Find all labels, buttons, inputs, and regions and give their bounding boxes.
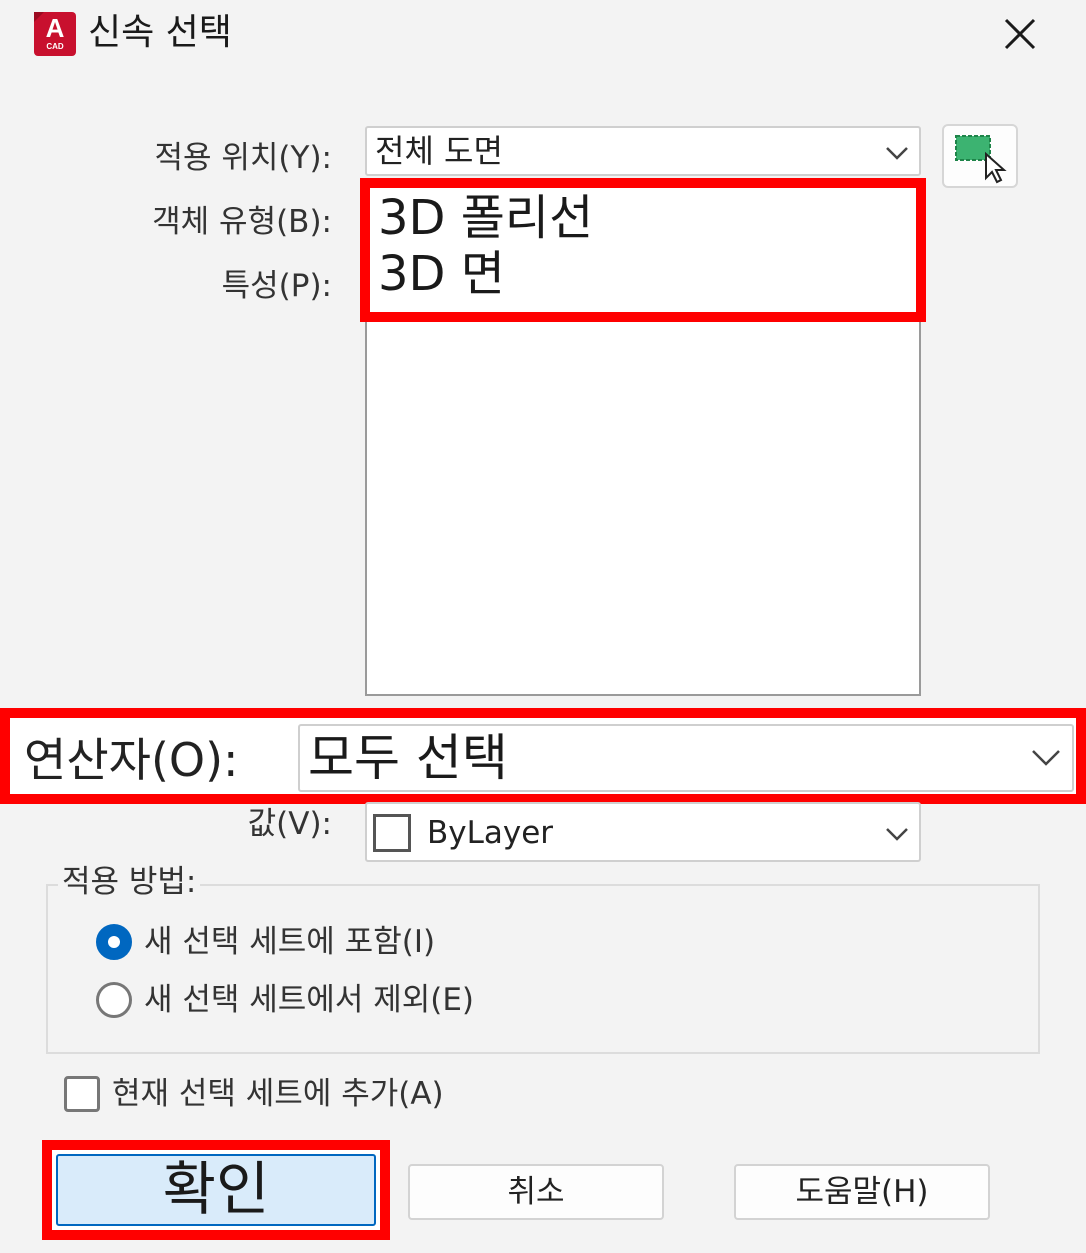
help-button[interactable]: 도움말(H) — [734, 1164, 990, 1220]
properties-label: 특성(P): — [221, 268, 332, 304]
title-bar: A CAD 신속 선택 — [0, 0, 1086, 76]
quick-select-dialog: A CAD 신속 선택 적용 위치(Y): 전체 도면 객체 유형(B): 특성… — [0, 0, 1086, 1253]
object-type-label: 객체 유형(B): — [152, 204, 332, 240]
properties-list[interactable] — [365, 312, 921, 696]
radio-label: 새 선택 세트에 포함(I) — [144, 924, 436, 960]
autocad-app-icon: A CAD — [34, 12, 76, 56]
cancel-button[interactable]: 취소 — [408, 1164, 664, 1220]
apply-to-value: 전체 도면 — [375, 132, 503, 170]
operator-dropdown[interactable]: 모두 선택 — [298, 724, 1074, 792]
chevron-down-icon — [886, 147, 908, 160]
ok-button-highlight: 확인 — [42, 1140, 390, 1240]
close-button[interactable] — [992, 8, 1048, 60]
checkbox-label: 현재 선택 세트에 추가(A) — [112, 1076, 444, 1112]
how-to-apply-group — [46, 884, 1040, 1054]
exclude-from-new-set-radio[interactable]: 새 선택 세트에서 제외(E) — [96, 978, 474, 1022]
color-swatch — [373, 814, 411, 852]
object-type-option[interactable]: 3D 폴리선 — [378, 190, 593, 246]
how-to-apply-label: 적용 방법: — [58, 862, 201, 902]
object-type-highlight: 3D 폴리선 3D 면 — [360, 178, 926, 322]
value-dropdown[interactable]: ByLayer — [365, 802, 921, 862]
apply-to-dropdown[interactable]: 전체 도면 — [365, 126, 921, 176]
close-icon — [1004, 18, 1036, 50]
include-in-new-set-radio[interactable]: 새 선택 세트에 포함(I) — [96, 920, 435, 964]
operator-highlight: 연산자(O): 모두 선택 — [0, 708, 1086, 804]
radio-button[interactable] — [96, 982, 132, 1018]
operator-label: 연산자(O): — [24, 733, 239, 787]
object-type-option[interactable]: 3D 면 — [378, 246, 505, 302]
dialog-title: 신속 선택 — [88, 12, 232, 53]
select-objects-icon — [955, 135, 1007, 184]
radio-label: 새 선택 세트에서 제외(E) — [144, 982, 475, 1018]
append-to-current-set-checkbox[interactable]: 현재 선택 세트에 추가(A) — [64, 1072, 444, 1116]
chevron-down-icon — [886, 828, 908, 841]
radio-button[interactable] — [96, 924, 132, 960]
select-objects-button[interactable] — [942, 124, 1018, 188]
chevron-down-icon — [1032, 750, 1060, 766]
ok-button[interactable]: 확인 — [56, 1154, 376, 1226]
checkbox[interactable] — [64, 1076, 100, 1112]
apply-to-label: 적용 위치(Y): — [154, 140, 332, 176]
value-label: 값(V): — [247, 806, 332, 842]
operator-value: 모두 선택 — [308, 729, 508, 787]
value-text: ByLayer — [427, 815, 554, 851]
